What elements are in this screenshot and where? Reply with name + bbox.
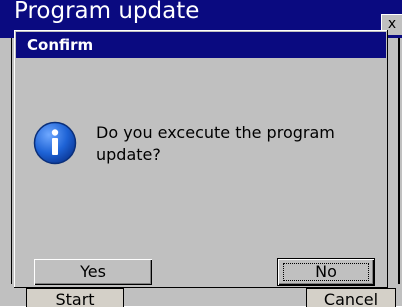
no-button-label: No (315, 262, 337, 281)
background-divider (11, 38, 12, 284)
background-divider (398, 38, 400, 288)
dialog-title: Confirm (27, 36, 94, 54)
yes-button[interactable]: Yes (34, 259, 152, 285)
confirm-dialog: Confirm Do you excecute the program upda… (14, 30, 388, 288)
background-panel-strip (388, 38, 398, 288)
background-window-title: Program update (14, 0, 200, 24)
dialog-titlebar[interactable]: Confirm (16, 32, 386, 58)
yes-button-label: Yes (80, 262, 106, 281)
start-button[interactable]: Start (26, 288, 124, 307)
cancel-button[interactable]: Cancel (306, 288, 396, 307)
no-button[interactable]: No (278, 259, 374, 285)
info-icon (33, 121, 77, 165)
dialog-message: Do you excecute the program update? (96, 123, 335, 164)
